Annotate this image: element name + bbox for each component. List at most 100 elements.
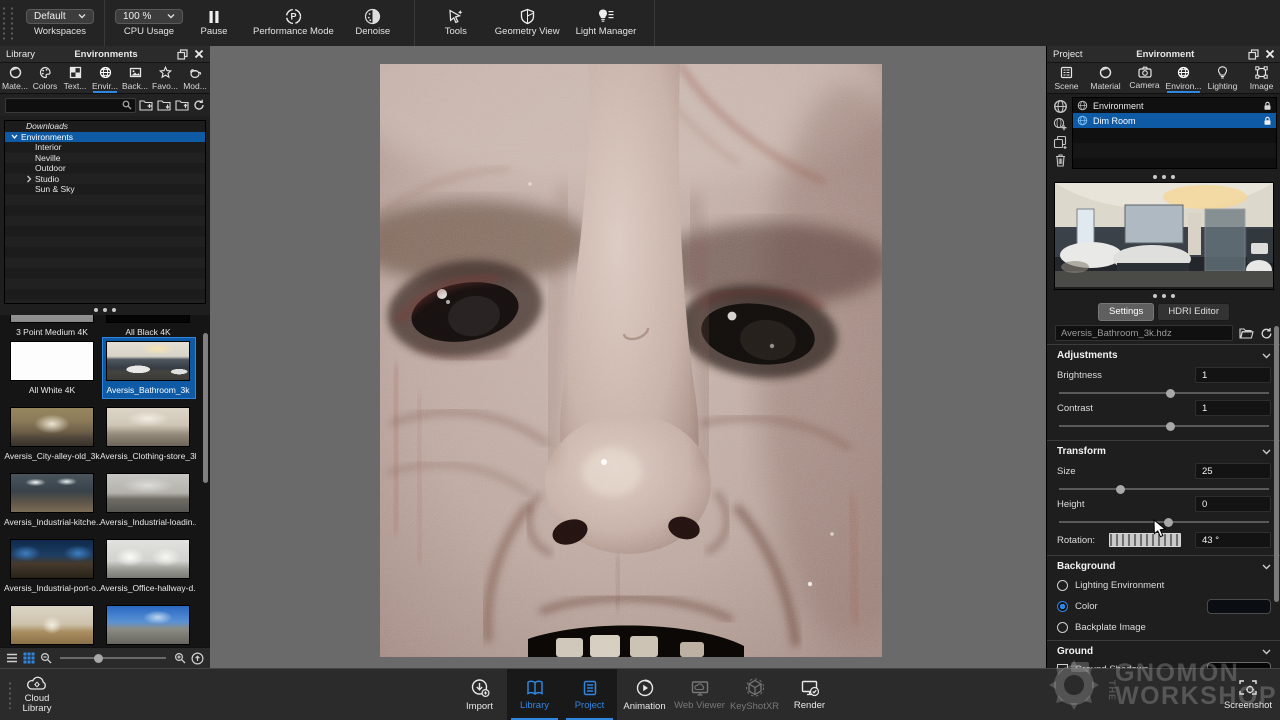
thumb-3-point-medium[interactable] [10, 315, 94, 323]
tree-item-studio[interactable]: Studio [5, 174, 205, 185]
import-folder-icon[interactable] [157, 99, 172, 111]
thumb-all-black[interactable] [106, 315, 190, 323]
tree-item-interior[interactable]: Interior [5, 142, 205, 153]
pause-button[interactable]: Pause [183, 0, 245, 46]
tools-button[interactable]: Tools [425, 0, 487, 46]
panel-splitter[interactable] [0, 304, 210, 315]
thumb-office-hallway[interactable] [106, 539, 190, 579]
delete-trash-icon[interactable] [1054, 153, 1067, 167]
hdri-editor-tab[interactable]: HDRI Editor [1157, 303, 1230, 321]
environment-list-item-dim-room[interactable]: Dim Room [1073, 113, 1276, 128]
tab-backplates[interactable]: Back... [120, 63, 150, 93]
workspaces-dropdown[interactable]: Default [26, 9, 94, 24]
close-icon[interactable] [194, 49, 204, 59]
tab-image[interactable]: Image [1242, 63, 1280, 93]
radio-lighting-environment[interactable]: Lighting Environment [1057, 580, 1271, 591]
thumb-industrial-port[interactable] [10, 539, 94, 579]
upload-library-icon[interactable] [191, 652, 204, 665]
toolbar-drag-handle[interactable] [2, 6, 6, 40]
tab-camera[interactable]: Camera [1125, 63, 1164, 93]
duplicate-environment-icon[interactable] [1053, 135, 1068, 150]
reload-icon[interactable] [1260, 327, 1273, 340]
tree-item-downloads[interactable]: Downloads [5, 121, 205, 132]
slider-handle[interactable] [1166, 389, 1175, 398]
settings-tab[interactable]: Settings [1098, 303, 1154, 321]
brightness-slider[interactable] [1059, 392, 1269, 394]
screenshot-button[interactable]: Screenshot [1222, 669, 1274, 720]
thumbnails-scrollbar[interactable] [203, 333, 208, 483]
tab-models[interactable]: Mod... [180, 63, 210, 93]
thumb-all-white[interactable] [10, 341, 94, 381]
search-input[interactable] [5, 98, 136, 113]
brightness-value[interactable]: 1 [1195, 367, 1271, 383]
cloud-library-button[interactable]: Cloud Library [12, 669, 62, 720]
height-value[interactable]: 0 [1195, 496, 1271, 512]
environment-list-item[interactable]: Environment [1073, 98, 1276, 113]
thumbnail-size-slider[interactable] [60, 657, 166, 659]
grid-view-icon[interactable] [23, 652, 35, 664]
adjustments-header[interactable]: Adjustments [1057, 350, 1271, 361]
rotation-scrub-wheel[interactable] [1109, 533, 1181, 547]
tab-scene[interactable]: Scene [1047, 63, 1086, 93]
slider-handle[interactable] [1116, 485, 1125, 494]
height-slider[interactable] [1059, 521, 1269, 523]
thumb-industrial-loading[interactable] [106, 473, 190, 513]
zoom-in-icon[interactable] [174, 652, 186, 664]
light-manager-button[interactable]: Light Manager [568, 0, 645, 46]
panel-splitter[interactable] [1047, 290, 1280, 301]
radio-color[interactable]: Color [1057, 599, 1271, 614]
size-slider[interactable] [1059, 488, 1269, 490]
radio-backplate-image[interactable]: Backplate Image [1057, 622, 1271, 633]
animation-button[interactable]: Animation [617, 669, 672, 720]
toolbar-drag-handle-2[interactable] [10, 6, 14, 40]
panel-splitter[interactable] [1047, 171, 1280, 182]
zoom-out-icon[interactable] [40, 652, 52, 664]
import-button[interactable]: Import [452, 669, 507, 720]
hdri-preview[interactable] [1054, 182, 1274, 290]
thumb-city-alley[interactable] [10, 407, 94, 447]
slider-handle[interactable] [1164, 518, 1173, 527]
contrast-slider[interactable] [1059, 425, 1269, 427]
tab-material[interactable]: Material [1086, 63, 1125, 93]
open-folder-icon[interactable] [1239, 327, 1254, 339]
thumb-industrial-kitchen[interactable] [10, 473, 94, 513]
realtime-render-view[interactable] [210, 46, 1046, 668]
tab-colors[interactable]: Colors [30, 63, 60, 93]
environment-globe-icon[interactable] [1053, 99, 1068, 114]
export-folder-icon[interactable] [175, 99, 190, 111]
ground-header[interactable]: Ground [1057, 646, 1271, 657]
tab-favorites[interactable]: Favo... [150, 63, 180, 93]
tree-item-neville[interactable]: Neville [5, 153, 205, 164]
tree-item-outdoor[interactable]: Outdoor [5, 163, 205, 174]
transform-header[interactable]: Transform [1057, 446, 1271, 457]
thumb-bathroom[interactable] [106, 341, 190, 381]
tab-lighting[interactable]: Lighting [1203, 63, 1242, 93]
lock-icon[interactable] [1263, 101, 1272, 111]
cpu-usage-dropdown[interactable]: 100 % [115, 9, 183, 24]
tab-environments[interactable]: Envir... [90, 63, 120, 93]
slider-handle[interactable] [94, 654, 103, 663]
thumb-room-interior[interactable] [10, 605, 94, 645]
render-button[interactable]: Render [782, 669, 837, 720]
thumb-outdoor-road[interactable] [106, 605, 190, 645]
lock-icon[interactable] [1263, 116, 1272, 126]
rotation-value[interactable]: 43 ° [1195, 532, 1271, 548]
tree-item-environments[interactable]: Environments [5, 132, 205, 143]
background-header[interactable]: Background [1057, 561, 1271, 572]
library-toggle-button[interactable]: Library [507, 669, 562, 720]
denoise-button[interactable]: Denoise [342, 0, 404, 46]
size-value[interactable]: 25 [1195, 463, 1271, 479]
popout-icon[interactable] [177, 49, 188, 60]
add-folder-icon[interactable] [139, 99, 154, 111]
close-icon[interactable] [1265, 49, 1275, 59]
refresh-icon[interactable] [193, 99, 205, 111]
background-color-swatch[interactable] [1207, 599, 1271, 614]
slider-handle[interactable] [1166, 422, 1175, 431]
popout-icon[interactable] [1248, 49, 1259, 60]
list-view-icon[interactable] [6, 653, 18, 663]
hdri-file-field[interactable]: Aversis_Bathroom_3k.hdz [1055, 325, 1233, 341]
add-environment-icon[interactable] [1053, 117, 1068, 132]
tree-item-sun-sky[interactable]: Sun & Sky [5, 184, 205, 195]
thumb-clothing-store[interactable] [106, 407, 190, 447]
performance-mode-button[interactable]: P Performance Mode [245, 0, 342, 46]
